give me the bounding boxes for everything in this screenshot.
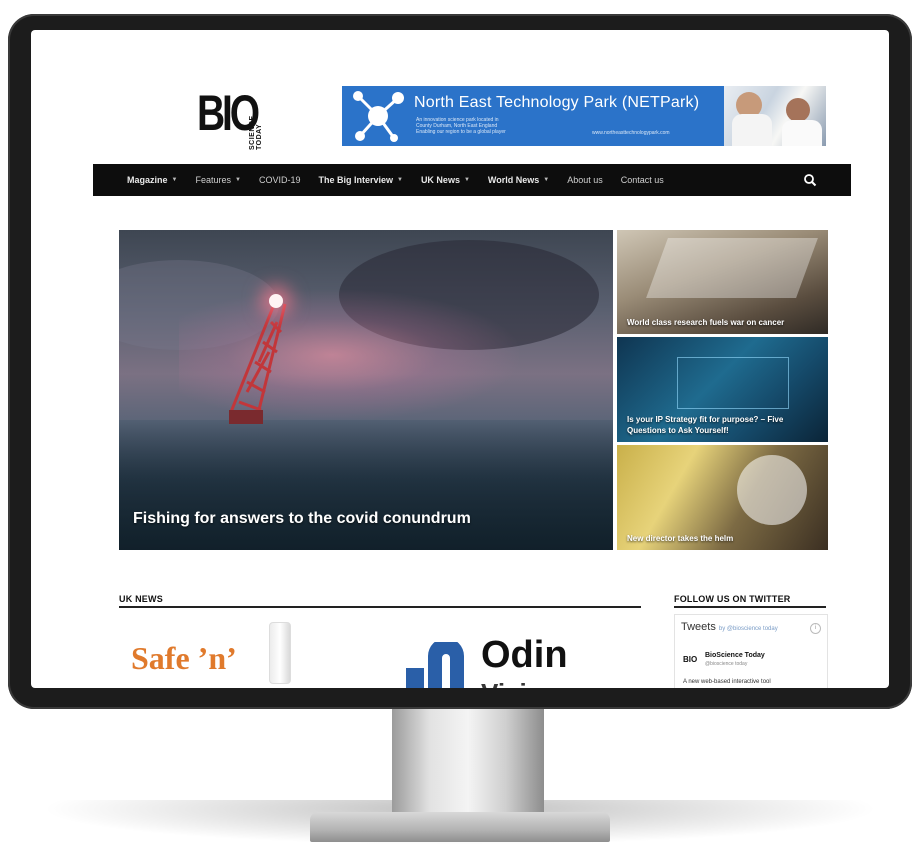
hero-sea (119, 420, 613, 550)
hero-tile-new-director[interactable]: New director takes the helm (617, 445, 828, 550)
tweets-title: Tweets (681, 621, 716, 633)
logo-main-text: BIO (197, 85, 260, 141)
search-icon[interactable] (803, 173, 817, 187)
section-divider (674, 606, 826, 608)
molecule-icon (353, 91, 404, 142)
tile-image (737, 455, 807, 525)
nav-item-contact-us[interactable]: Contact us (621, 175, 664, 185)
spray-bottle-image (269, 622, 291, 684)
nav-item-label: Contact us (620, 175, 664, 185)
netpark-banner-ad[interactable]: North East Technology Park (NETPark) An … (342, 86, 826, 146)
monitor-screen: BIO SCIENCE TODAY North East Technology … (31, 30, 889, 688)
lighthouse-light (269, 294, 283, 308)
chevron-down-icon: ▼ (171, 177, 178, 183)
banner-url: www.northeasttechnologypark.com (592, 130, 670, 136)
safe-n-logo-text[interactable]: Safe ’n’ (131, 640, 237, 677)
nav-item-covid[interactable]: COVID-19 (259, 175, 301, 185)
nav-item-label: World News (487, 175, 540, 185)
nav-item-label: Features (195, 175, 231, 185)
hero-tile-title[interactable]: Is your IP Strategy fit for purpose? – F… (627, 414, 818, 436)
twitter-heading: FOLLOW US ON TWITTER (674, 594, 791, 604)
chevron-down-icon: ▼ (396, 177, 403, 183)
lighthouse-tower-image (229, 301, 287, 424)
odin-vision-logo-subtext: Vision (481, 678, 559, 688)
hero-tile-title[interactable]: World class research fuels war on cancer (627, 317, 818, 328)
nav-item-label: The Big Interview (318, 175, 393, 185)
odin-vision-logo-icon (406, 642, 464, 688)
nav-item-features[interactable]: Features ▼ (195, 175, 240, 185)
banner-line: Enabling our region to be a global playe… (416, 129, 506, 135)
section-divider (119, 606, 641, 608)
monitor-stand-base (310, 812, 610, 842)
nav-item-big-interview[interactable]: The Big Interview ▼ (318, 175, 402, 185)
chevron-down-icon: ▼ (463, 177, 470, 183)
hero-main-article[interactable]: Fishing for answers to the covid conundr… (119, 230, 613, 550)
tweet-text: A new web-based interactive tool (683, 679, 771, 685)
chevron-down-icon: ▼ (235, 177, 241, 183)
avatar[interactable]: BIO (683, 655, 699, 669)
nav-item-world-news[interactable]: World News ▼ (488, 175, 549, 185)
banner-description: An innovation science park located in Co… (416, 117, 506, 135)
hero-main-title[interactable]: Fishing for answers to the covid conundr… (133, 510, 471, 528)
tweet-account-name[interactable]: BioScience Today (705, 652, 765, 659)
nav-item-label: About us (567, 175, 603, 185)
twitter-timeline[interactable]: Tweets by @bioscience today i BIO BioSci… (674, 614, 828, 688)
banner-scientists-photo (724, 86, 826, 146)
tile-image (677, 357, 789, 409)
hero-tile-ip-strategy[interactable]: Is your IP Strategy fit for purpose? – F… (617, 337, 828, 442)
logo-sub-text: SCIENCE TODAY (249, 115, 263, 150)
odin-vision-logo-text[interactable]: Odin (481, 634, 568, 677)
nav-item-about-us[interactable]: About us (567, 175, 603, 185)
hero-tile-cancer-research[interactable]: World class research fuels war on cancer (617, 230, 828, 334)
monitor-stand-neck (392, 708, 544, 820)
banner-title: North East Technology Park (NETPark) (414, 94, 700, 111)
chevron-down-icon: ▼ (543, 177, 550, 183)
nav-item-label: COVID-19 (258, 175, 301, 185)
tweet-account-handle[interactable]: @bioscience today (705, 661, 747, 667)
uk-news-heading: UK NEWS (119, 594, 163, 604)
tweets-by-link[interactable]: by @bioscience today (719, 626, 778, 632)
monitor-bezel: BIO SCIENCE TODAY North East Technology … (8, 14, 912, 709)
tile-image (646, 238, 818, 298)
main-nav: Magazine ▼ Features ▼ COVID-19 The Big I… (93, 164, 851, 196)
nav-item-uk-news[interactable]: UK News ▼ (421, 175, 470, 185)
info-icon[interactable]: i (810, 623, 821, 634)
nav-item-magazine[interactable]: Magazine ▼ (127, 175, 177, 185)
nav-item-label: Magazine (127, 175, 168, 185)
site-logo[interactable]: BIO SCIENCE TODAY (197, 88, 267, 150)
nav-item-label: UK News (420, 175, 460, 185)
tweets-heading: Tweets by @bioscience today (681, 621, 778, 633)
hero-tile-title[interactable]: New director takes the helm (627, 533, 818, 544)
